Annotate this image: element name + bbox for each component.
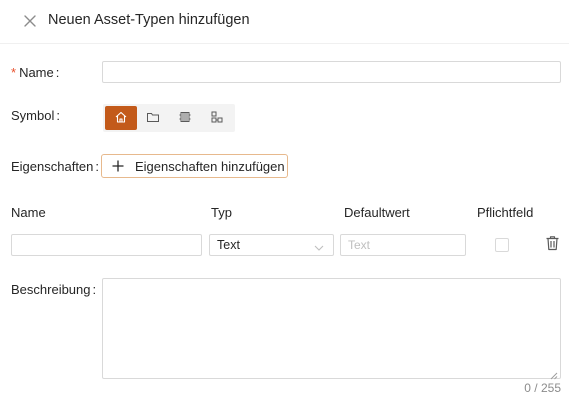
symbol-option-folder[interactable]: [137, 106, 169, 130]
plus-icon: [111, 159, 125, 173]
symbol-option-server[interactable]: [169, 106, 201, 130]
column-header-default: Defaultwert: [344, 205, 410, 220]
add-properties-label: Eigenschaften hinzufügen: [135, 158, 285, 174]
property-name-input[interactable]: [11, 234, 202, 256]
column-header-required: Pflichtfeld: [477, 205, 534, 220]
add-properties-button[interactable]: Eigenschaften hinzufügen: [101, 154, 288, 178]
dialog-title: Neuen Asset-Typen hinzufügen: [48, 12, 250, 28]
symbol-picker: [103, 104, 235, 132]
symbol-option-home[interactable]: [105, 106, 137, 130]
property-type-select[interactable]: Text: [209, 234, 334, 256]
property-default-placeholder: Text: [348, 238, 371, 252]
trash-icon[interactable]: [545, 235, 560, 251]
column-header-type: Typ: [211, 205, 232, 220]
close-icon[interactable]: [22, 13, 38, 29]
folder-icon: [146, 110, 160, 127]
property-default-input[interactable]: Text: [340, 234, 466, 256]
description-textarea[interactable]: [102, 278, 561, 380]
network-icon: [210, 110, 224, 127]
chevron-down-icon: [314, 241, 324, 251]
name-input[interactable]: [102, 61, 561, 83]
property-type-value: Text: [217, 238, 240, 252]
server-icon: [178, 110, 192, 127]
resize-handle-icon[interactable]: [550, 368, 558, 380]
column-header-name: Name: [11, 205, 46, 220]
required-marker: *: [11, 65, 17, 80]
description-counter: 0 / 255: [524, 381, 561, 395]
dialog-header: Neuen Asset-Typen hinzufügen: [0, 0, 569, 44]
property-required-checkbox[interactable]: [495, 238, 509, 252]
symbol-option-network[interactable]: [201, 106, 233, 130]
name-label: * Name:: [11, 65, 60, 80]
symbol-label: Symbol:: [11, 108, 60, 123]
home-icon: [114, 110, 128, 127]
properties-label: Eigenschaften:: [11, 159, 100, 174]
description-label: Beschreibung:: [11, 282, 97, 297]
